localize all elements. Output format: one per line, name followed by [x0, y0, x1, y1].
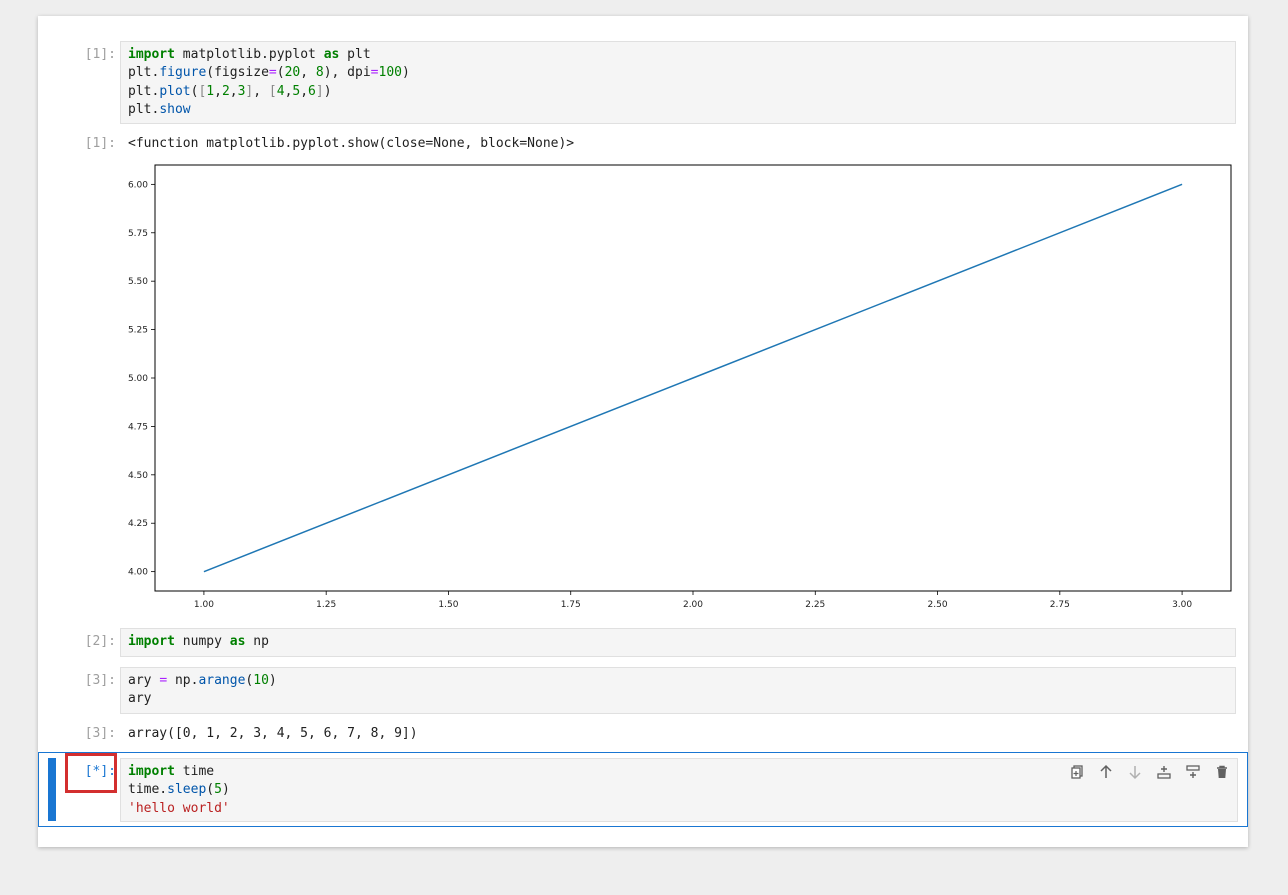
code-token: time.: [128, 782, 168, 798]
notebook-panel: [1]: import matplotlib.pyplot as plt plt…: [38, 16, 1248, 847]
code-token: 6: [308, 83, 316, 99]
y-tick-label: 4.25: [128, 519, 148, 529]
code-token: time: [174, 764, 215, 779]
code-token: plt: [339, 47, 371, 62]
y-tick-label: 5.25: [128, 326, 148, 336]
code-token: import: [128, 47, 175, 62]
code-token: ,: [300, 83, 309, 99]
code-token: plt.: [128, 101, 160, 117]
code-token: ), dpi: [323, 65, 371, 81]
prompt-highlight-box: [65, 753, 117, 793]
cell-1-code-editor[interactable]: import matplotlib.pyplot as plt plt.figu…: [120, 41, 1236, 124]
code-token: =: [268, 65, 277, 81]
delete-cell-button[interactable]: [1207, 763, 1236, 781]
y-tick-label: 5.00: [128, 374, 148, 384]
code-token: import: [128, 764, 175, 779]
code-token: =: [370, 65, 379, 81]
code-token: arange: [198, 673, 246, 688]
move-down-button[interactable]: [1120, 763, 1149, 781]
code-token: as: [323, 47, 340, 62]
x-tick-label: 2.00: [683, 600, 703, 610]
cell-3-code: ary = np.arange(10) ary: [121, 668, 1235, 713]
code-token: plt.: [128, 83, 160, 99]
cell-3-output-prompt: [3]:: [84, 726, 116, 741]
x-tick-label: 1.75: [561, 600, 581, 610]
cell-3-output-text: array([0, 1, 2, 3, 4, 5, 6, 7, 8, 9]): [128, 726, 418, 741]
code-token: (: [276, 65, 285, 81]
x-tick-label: 1.50: [438, 600, 458, 610]
code-token: np: [245, 634, 269, 649]
y-tick-label: 4.00: [128, 568, 148, 578]
code-token: 5: [214, 782, 222, 798]
code-token: ,: [300, 65, 316, 81]
code-token: matplotlib.pyplot: [174, 47, 324, 62]
delete-icon: [1216, 765, 1227, 778]
insert-above-button[interactable]: [1149, 763, 1178, 781]
code-token: ,: [229, 83, 238, 99]
duplicate-cell-button[interactable]: [1062, 763, 1091, 781]
code-token: ,: [214, 83, 222, 99]
code-token: import: [128, 634, 175, 649]
x-tick-label: 2.75: [1050, 600, 1070, 610]
code-token: 8: [315, 65, 324, 81]
code-token: ): [221, 782, 230, 798]
code-token: ,: [253, 83, 269, 99]
cell-1-output-prompt: [1]:: [84, 136, 116, 151]
code-token: show: [159, 101, 191, 117]
y-tick-label: 5.50: [128, 277, 148, 287]
insert-above-icon: [1156, 766, 1171, 779]
line-chart: 1.00 1.25 1.50 1.75 2.00 2.25 2.50 2.75 3.00 4.00…: [128, 164, 1232, 610]
x-tick-label: 3.00: [1172, 600, 1192, 610]
x-tick-label: 1.00: [194, 600, 214, 610]
cell-2-code: import numpy as np: [121, 629, 1235, 655]
code-token: [: [268, 83, 277, 99]
duplicate-icon: [1070, 765, 1083, 779]
cell-3-code-editor[interactable]: ary = np.arange(10) ary: [120, 667, 1236, 714]
move-up-icon: [1099, 764, 1112, 778]
y-tick-label: 4.50: [128, 471, 148, 481]
code-token: 100: [378, 65, 402, 81]
y-tick-label: 5.75: [128, 229, 148, 239]
code-token: (figsize: [206, 65, 269, 81]
code-token: sleep: [167, 782, 207, 798]
insert-below-button[interactable]: [1178, 763, 1207, 781]
y-tick-label: 4.75: [128, 422, 148, 432]
cell-1-output-text: <function matplotlib.pyplot.show(close=N…: [128, 136, 575, 151]
code-token: ): [323, 83, 332, 99]
code-token: 20: [284, 65, 301, 81]
code-token: 'hello world': [128, 800, 230, 816]
x-tick-label: 2.25: [805, 600, 825, 610]
code-token: plt.: [128, 65, 160, 81]
code-token: 1: [206, 83, 215, 99]
code-token: ary: [128, 691, 152, 707]
code-token: (: [206, 782, 215, 798]
code-token: ]: [315, 83, 324, 99]
code-token: 4: [276, 83, 285, 99]
cell-1-input-prompt: [1]:: [84, 47, 116, 62]
code-token: 10: [253, 673, 269, 688]
code-token: np.: [167, 673, 199, 688]
code-token: ): [401, 65, 410, 81]
insert-below-icon: [1185, 765, 1200, 778]
move-down-icon: [1128, 766, 1141, 780]
y-tick-label: 6.00: [128, 180, 148, 190]
cell-2-code-editor[interactable]: import numpy as np: [120, 628, 1236, 657]
x-tick-label: 2.50: [928, 600, 948, 610]
code-token: 2: [221, 83, 230, 99]
cell-toolbar: [1062, 763, 1236, 781]
cell-3-input-prompt: [3]:: [84, 673, 116, 688]
cell-1-code: import matplotlib.pyplot as plt plt.figu…: [121, 42, 1235, 123]
cell-2-input-prompt: [2]:: [84, 634, 116, 649]
code-token: ): [268, 673, 277, 688]
code-token: plot: [159, 83, 191, 99]
code-token: figure: [159, 65, 207, 81]
x-tick-label: 1.25: [316, 600, 336, 610]
move-up-button[interactable]: [1091, 763, 1120, 781]
code-token: ary: [128, 673, 160, 688]
code-token: as: [229, 634, 246, 649]
code-token: numpy: [174, 634, 230, 649]
code-token: =: [159, 673, 168, 688]
